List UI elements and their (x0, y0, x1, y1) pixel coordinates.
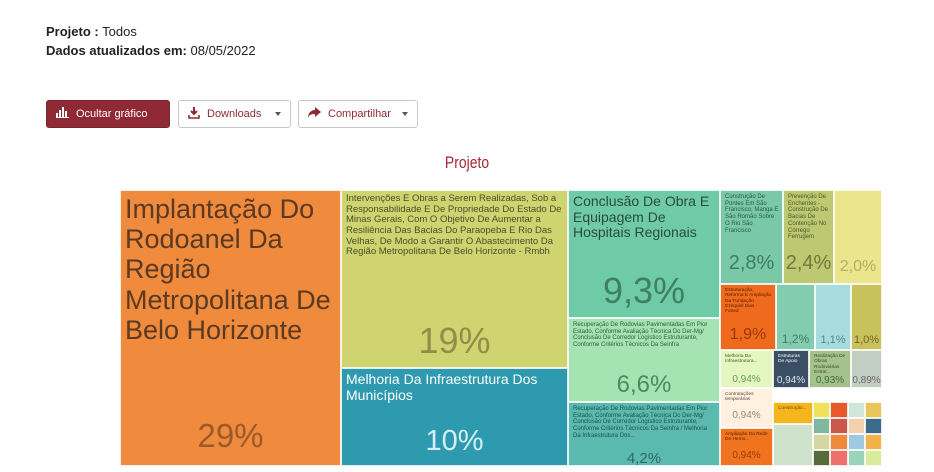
treemap-tile-small[interactable] (864, 450, 882, 466)
treemap-tile[interactable]: Estruturação, Reforma E Ampliação Da Fun… (720, 284, 776, 350)
treemap-tile-label: Melhoria Da Infraestrutura... (725, 354, 758, 365)
hide-chart-button[interactable]: Ocultar gráfico (46, 100, 170, 128)
treemap-tile-value: 1,0% (853, 334, 880, 346)
project-label: Projeto : (46, 24, 99, 39)
share-arrow-icon (308, 107, 321, 121)
treemap-tile[interactable]: Recuperação De Rodovias Pavimentadas Em … (568, 402, 720, 466)
treemap-tile[interactable]: Construção... (773, 402, 813, 424)
treemap-tile-value: 2,8% (728, 252, 775, 274)
treemap-tile-small[interactable] (830, 418, 848, 434)
bar-chart-icon (56, 107, 69, 121)
treemap-chart: Implantação Do Rodoanel Da Região Metrop… (120, 190, 882, 466)
treemap-tile[interactable]: Recuperação De Rodovias Pavimentadas Em … (568, 318, 720, 402)
treemap-tile-value: 4,2% (626, 450, 662, 466)
treemap-tile-label: Intervenções E Obras a Serem Realizadas,… (346, 193, 562, 258)
treemap-tile-small[interactable] (813, 450, 831, 466)
treemap-tile-small[interactable] (864, 402, 882, 418)
hide-chart-label: Ocultar gráfico (76, 108, 148, 120)
treemap-tile-small[interactable] (830, 434, 848, 450)
treemap-tile-small[interactable] (813, 402, 831, 418)
treemap-tile-label: Estruturas De Apoio (778, 354, 800, 365)
treemap-tile-label: Ampliação Da Rede De Hemo... (725, 432, 768, 443)
treemap-tile-small[interactable] (847, 418, 865, 434)
treemap-tile-value: 2,4% (785, 252, 832, 274)
treemap-tile-value: 0,94% (776, 375, 806, 386)
treemap-tile-value: 6,6% (616, 371, 672, 398)
project-filter-line: Projeto : Todos (46, 24, 137, 39)
treemap-tile[interactable]: 1,1% (815, 284, 851, 350)
treemap-tile-value: 0,94% (732, 374, 761, 385)
treemap-tile-value: 9,3% (602, 270, 686, 311)
treemap-tile-small[interactable] (813, 434, 831, 450)
treemap-tile-label: Contratações temporárias (725, 392, 754, 403)
treemap-tile-small[interactable] (864, 418, 882, 434)
treemap-tile-label: Conclusão De Obra E Equipagem De Hospita… (573, 193, 710, 241)
treemap-tile[interactable]: Implantação Do Rodoanel Da Região Metrop… (120, 190, 341, 466)
treemap-tile-label: Construção... (778, 406, 807, 411)
treemap-tile-small[interactable] (773, 424, 813, 466)
treemap-tile-value: 0,89% (852, 375, 881, 386)
treemap-tile-label: Estruturação, Reforma E Ampliação Da Fun… (725, 288, 772, 315)
share-label: Compartilhar (328, 108, 391, 120)
treemap-tile-label: Recuperação De Rodovias Pavimentadas Em … (573, 322, 708, 349)
treemap-tile-label: Implantação Do Rodoanel Da Região Metrop… (125, 194, 331, 345)
treemap-tile[interactable]: Realização De Obras Rodoviárias Estrat..… (809, 350, 851, 388)
treemap-tile-label: Prevenção De Enchentes - Construção De B… (788, 194, 829, 241)
downloads-label: Downloads (207, 108, 262, 120)
share-button[interactable]: Compartilhar (298, 100, 418, 128)
updated-label: Dados atualizados em: (46, 43, 187, 58)
treemap-tile[interactable]: Contratações temporárias 0,94% (720, 388, 773, 428)
treemap-tile-label: Melhoria Da Infraestrutura Dos Município… (346, 371, 538, 403)
chart-title: Projeto (444, 153, 490, 172)
treemap-tile-label: Realização De Obras Rodoviárias Estrat..… (814, 354, 846, 376)
chevron-down-icon (275, 112, 281, 116)
treemap-tile[interactable]: 1,2% (776, 284, 815, 350)
treemap-tile-small[interactable] (847, 434, 865, 450)
treemap-tile[interactable]: Prevenção De Enchentes - Construção De B… (783, 190, 834, 284)
download-icon (188, 106, 200, 122)
treemap-tile-small[interactable] (864, 434, 882, 450)
treemap-tile[interactable]: Ampliação Da Rede De Hemo... 0,94% (720, 428, 773, 466)
treemap-tile[interactable]: 0,89% (851, 350, 882, 388)
treemap-tile-value: 1,2% (781, 332, 810, 346)
downloads-button[interactable]: Downloads (178, 100, 291, 128)
treemap-tile-small[interactable] (847, 450, 865, 466)
chevron-down-icon (402, 112, 408, 116)
treemap-tile-value: 10% (425, 425, 484, 457)
treemap-tile-label: Recuperação De Rodovias Pavimentadas Em … (573, 406, 708, 439)
treemap-tile[interactable]: Intervenções E Obras a Serem Realizadas,… (341, 190, 568, 368)
treemap-tile-small[interactable] (847, 402, 865, 418)
treemap-tile[interactable]: Melhoria Da Infraestrutura Dos Município… (341, 368, 568, 466)
treemap-tile-value: 19% (418, 320, 491, 361)
treemap-tile-value: 29% (197, 417, 264, 454)
treemap-tile-value: 0,94% (732, 450, 761, 461)
treemap-tile-value: 0,94% (732, 410, 761, 421)
treemap-tile[interactable]: 1,0% (851, 284, 882, 350)
treemap-tile-value: 0,93% (815, 375, 845, 386)
treemap-tile[interactable]: Melhoria Da Infraestrutura... 0,94% (720, 350, 773, 388)
treemap-tile-value: 1,1% (820, 334, 846, 346)
treemap-tile-label: Construção De Pontes Em São Francisco, M… (725, 194, 779, 234)
treemap-tile[interactable]: Estruturas De Apoio 0,94% (773, 350, 809, 388)
updated-value: 08/05/2022 (190, 43, 256, 58)
treemap-tile[interactable]: 2,0% (834, 190, 882, 284)
treemap-tile-small[interactable] (813, 418, 831, 434)
project-value: Todos (102, 24, 137, 39)
updated-date-line: Dados atualizados em: 08/05/2022 (46, 43, 256, 58)
treemap-tile[interactable]: Conclusão De Obra E Equipagem De Hospita… (568, 190, 720, 318)
treemap-tile-value: 1,9% (729, 326, 767, 343)
treemap-tile[interactable]: Construção De Pontes Em São Francisco, M… (720, 190, 783, 284)
treemap-tile-small[interactable] (830, 402, 848, 418)
treemap-tile-value: 2,0% (839, 258, 877, 275)
treemap-tile-small[interactable] (830, 450, 848, 466)
